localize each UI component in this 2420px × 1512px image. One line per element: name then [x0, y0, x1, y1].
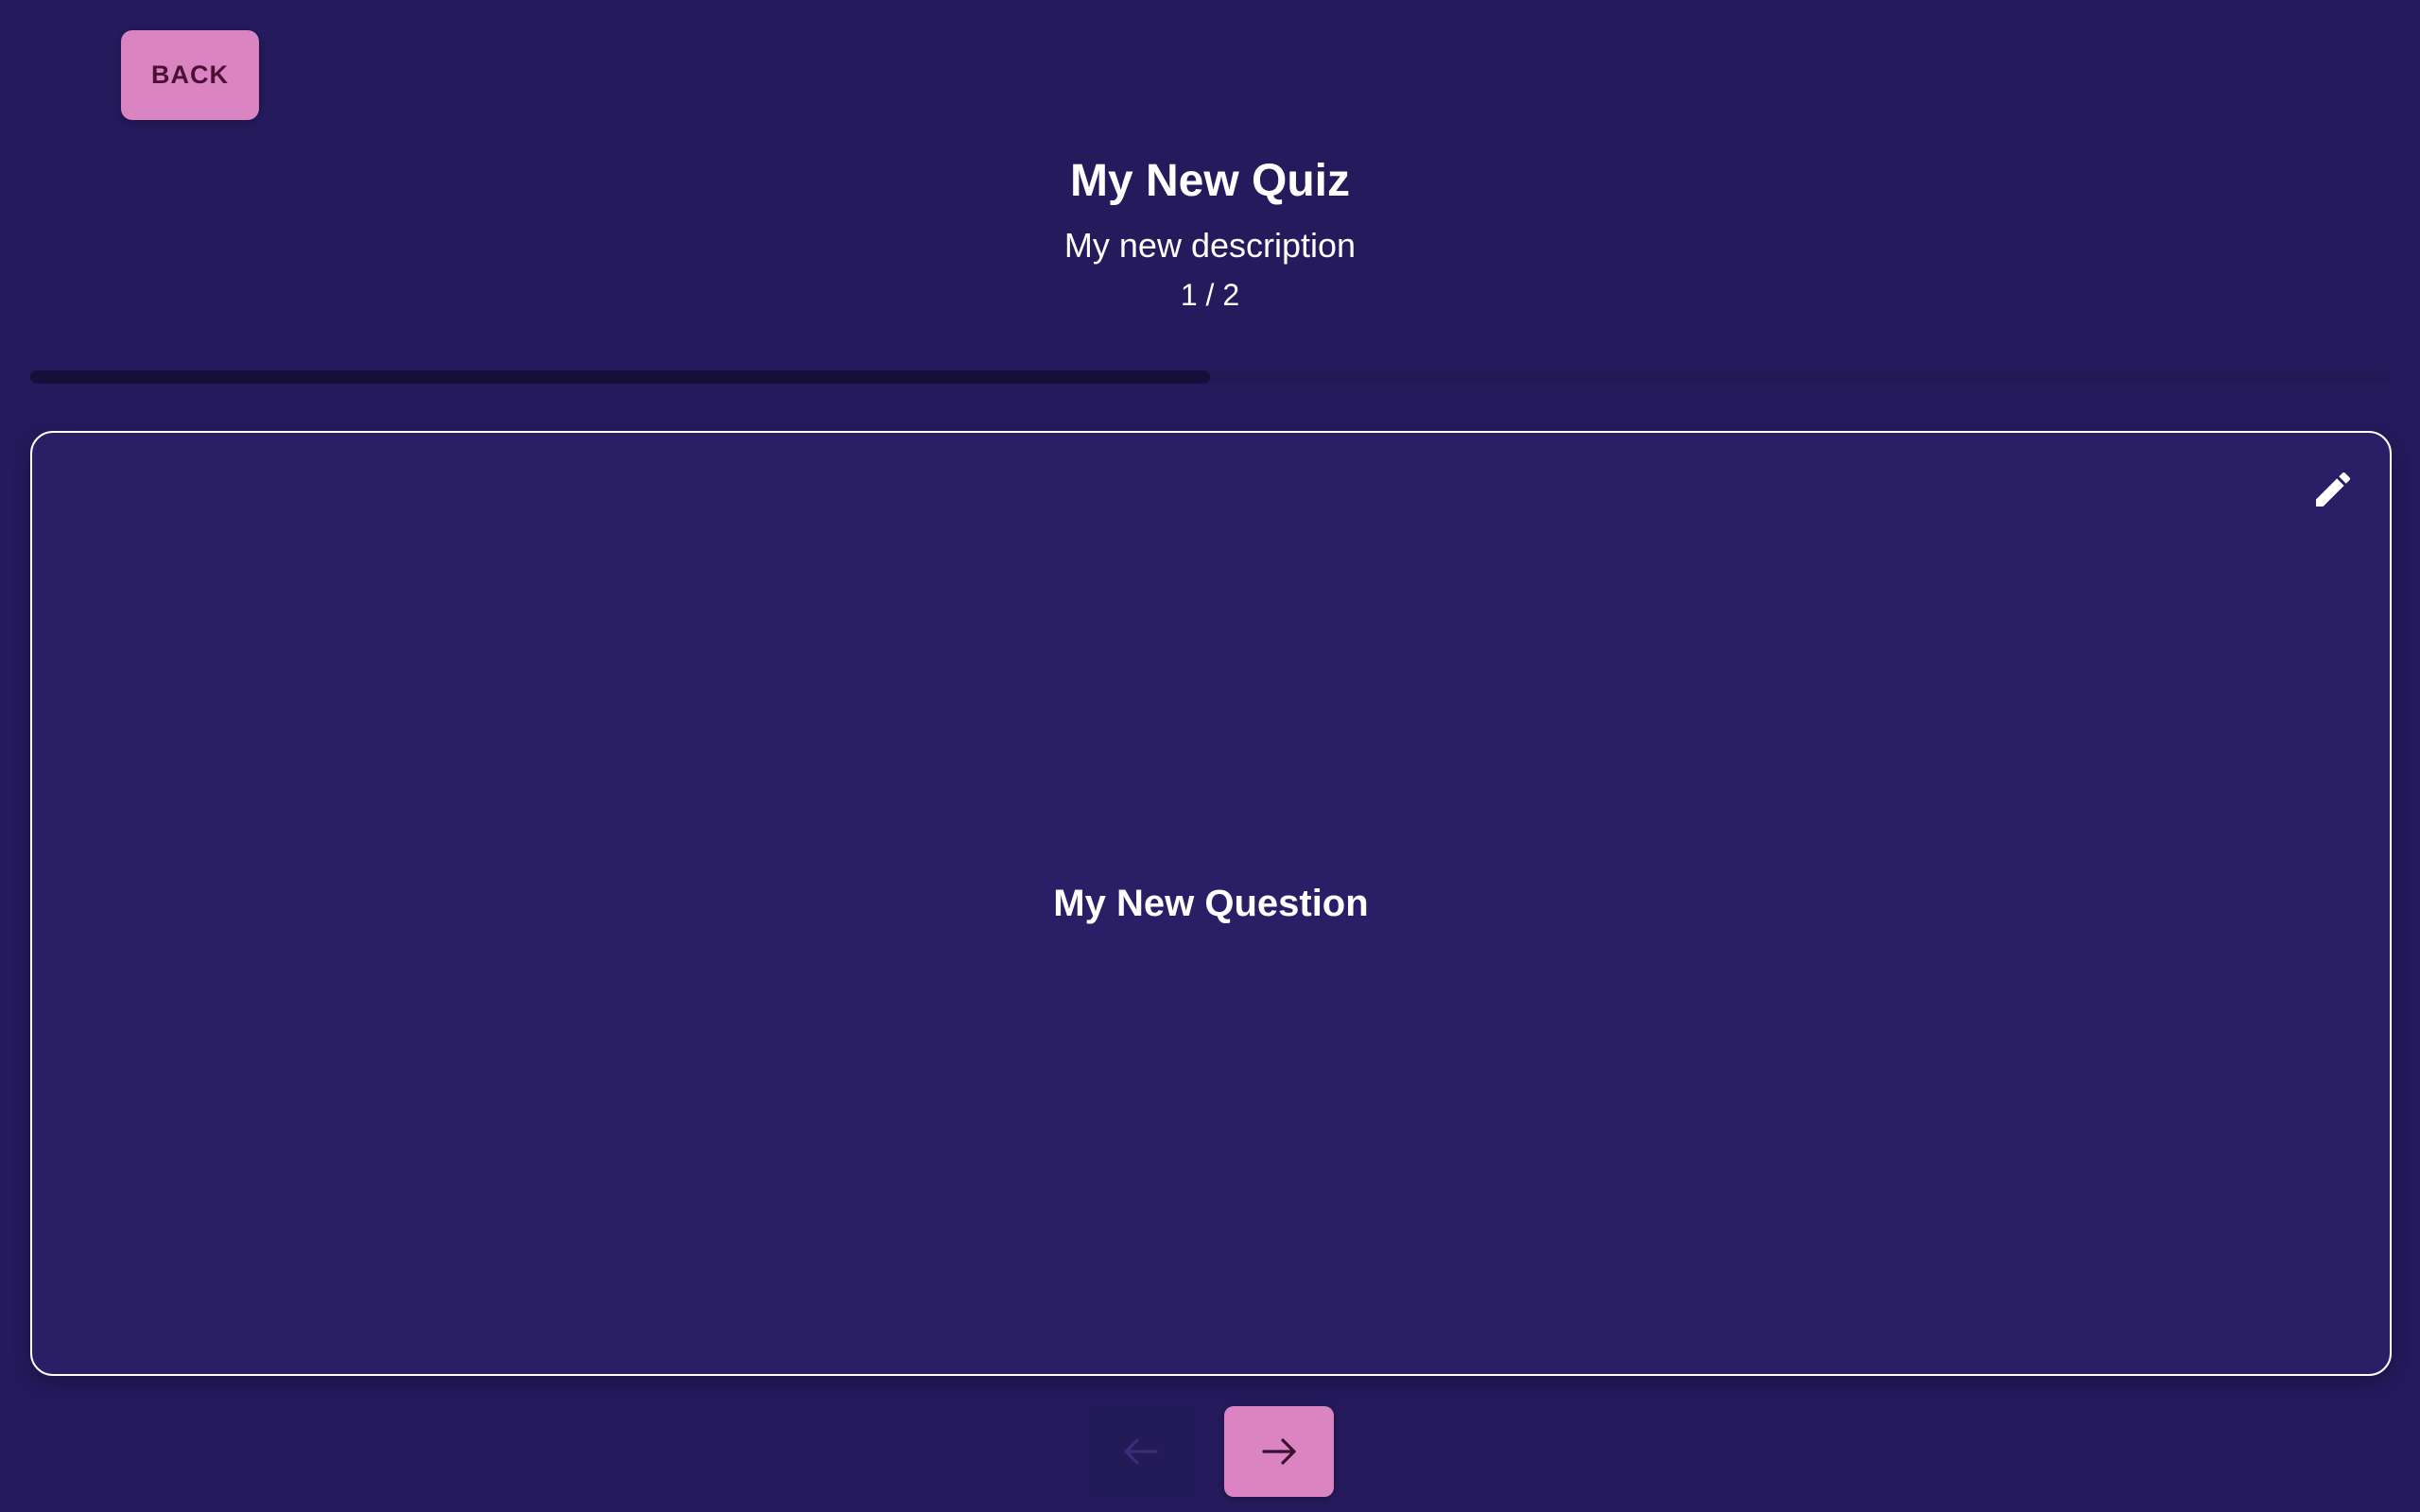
previous-button[interactable]	[1086, 1406, 1196, 1497]
quiz-page: BACK My New Quiz My new description 1 / …	[0, 0, 2420, 1512]
quiz-title: My New Quiz	[1069, 156, 1351, 206]
question-navigation	[0, 1406, 2420, 1497]
question-text: My New Question	[1053, 882, 1369, 924]
quiz-description: My new description	[1063, 226, 1357, 265]
next-button[interactable]	[1224, 1406, 1334, 1497]
pencil-icon	[2316, 472, 2351, 507]
quiz-header: My New Quiz My new description 1 / 2	[0, 151, 2420, 314]
progress-bar	[30, 370, 2390, 384]
arrow-left-icon	[1124, 1438, 1158, 1465]
question-card[interactable]: My New Question	[30, 431, 2392, 1376]
back-button[interactable]: BACK	[121, 30, 259, 120]
edit-button[interactable]	[2307, 463, 2360, 516]
arrow-right-icon	[1262, 1438, 1296, 1465]
page-counter: 1 / 2	[1180, 278, 1240, 312]
progress-bar-fill	[30, 370, 1210, 384]
